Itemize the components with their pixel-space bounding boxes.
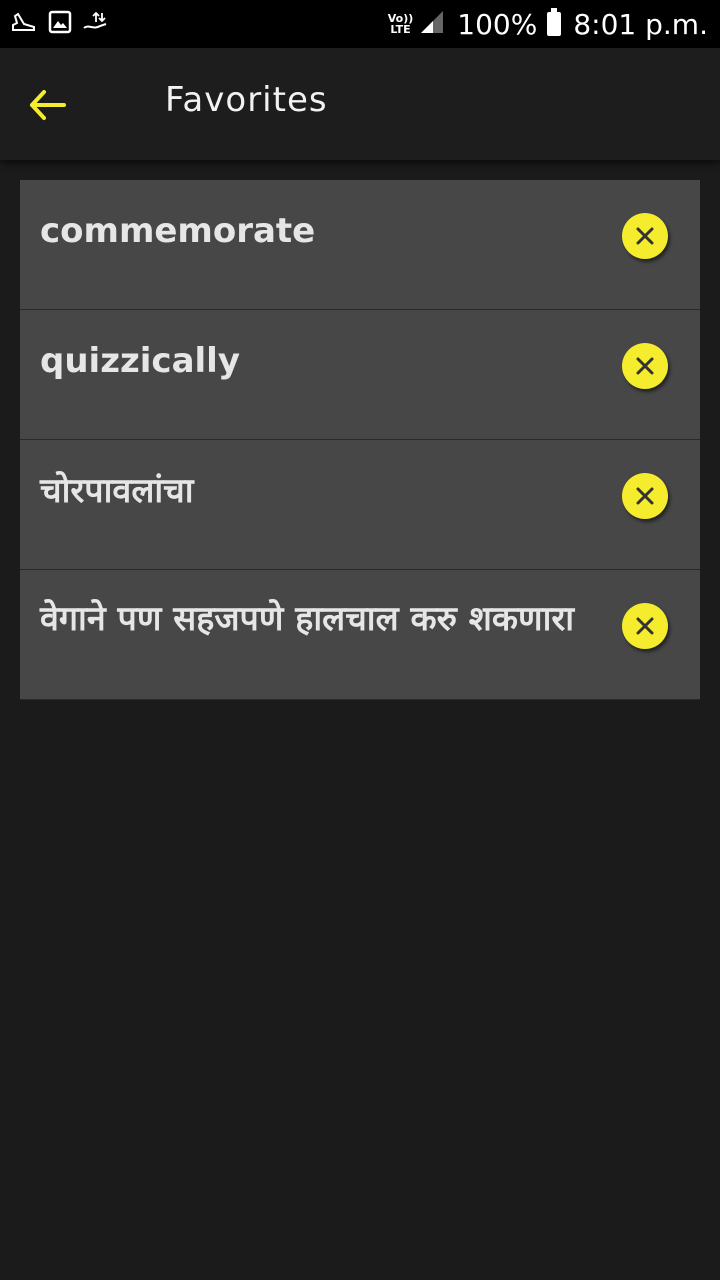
close-icon xyxy=(636,227,654,245)
network-type: Vo)) LTE xyxy=(388,13,414,35)
arrow-left-icon xyxy=(30,90,66,120)
close-icon xyxy=(636,357,654,375)
signal-icon xyxy=(419,9,445,39)
favorite-word: वेगाने पण सहजपणे हालचाल करु शकणारा xyxy=(40,599,575,639)
favorite-word: quizzically xyxy=(40,341,240,381)
remove-favorite-button[interactable] xyxy=(622,473,668,519)
remove-favorite-button[interactable] xyxy=(622,213,668,259)
status-bar: Vo)) LTE 100% 8:01 p.m. xyxy=(0,0,720,48)
transfer-icon xyxy=(82,10,108,38)
app-bar: Favorites xyxy=(0,48,720,160)
page-title: Favorites xyxy=(165,80,328,120)
shoe-icon xyxy=(10,10,38,38)
close-icon xyxy=(636,487,654,505)
battery-percent: 100% xyxy=(457,7,538,41)
favorite-item[interactable]: चोरपावलांचा xyxy=(20,440,700,570)
close-icon xyxy=(636,617,654,635)
clock: 8:01 p.m. xyxy=(573,7,708,41)
favorite-item[interactable]: quizzically xyxy=(20,310,700,440)
favorite-word: commemorate xyxy=(40,211,316,251)
favorite-item[interactable]: commemorate xyxy=(20,180,700,310)
favorites-list: commemorate quizzically चोरपावलांचा वेगा… xyxy=(20,180,700,700)
back-button[interactable] xyxy=(22,80,72,130)
favorite-item[interactable]: वेगाने पण सहजपणे हालचाल करु शकणारा xyxy=(20,570,700,700)
battery-icon xyxy=(547,8,562,36)
lte-label: LTE xyxy=(390,23,411,36)
remove-favorite-button[interactable] xyxy=(622,603,668,649)
gallery-icon xyxy=(48,10,72,38)
system-icons: Vo)) LTE 100% 8:01 p.m. xyxy=(388,6,708,42)
remove-favorite-button[interactable] xyxy=(622,343,668,389)
notification-icons xyxy=(10,8,118,40)
favorite-word: चोरपावलांचा xyxy=(40,471,194,511)
